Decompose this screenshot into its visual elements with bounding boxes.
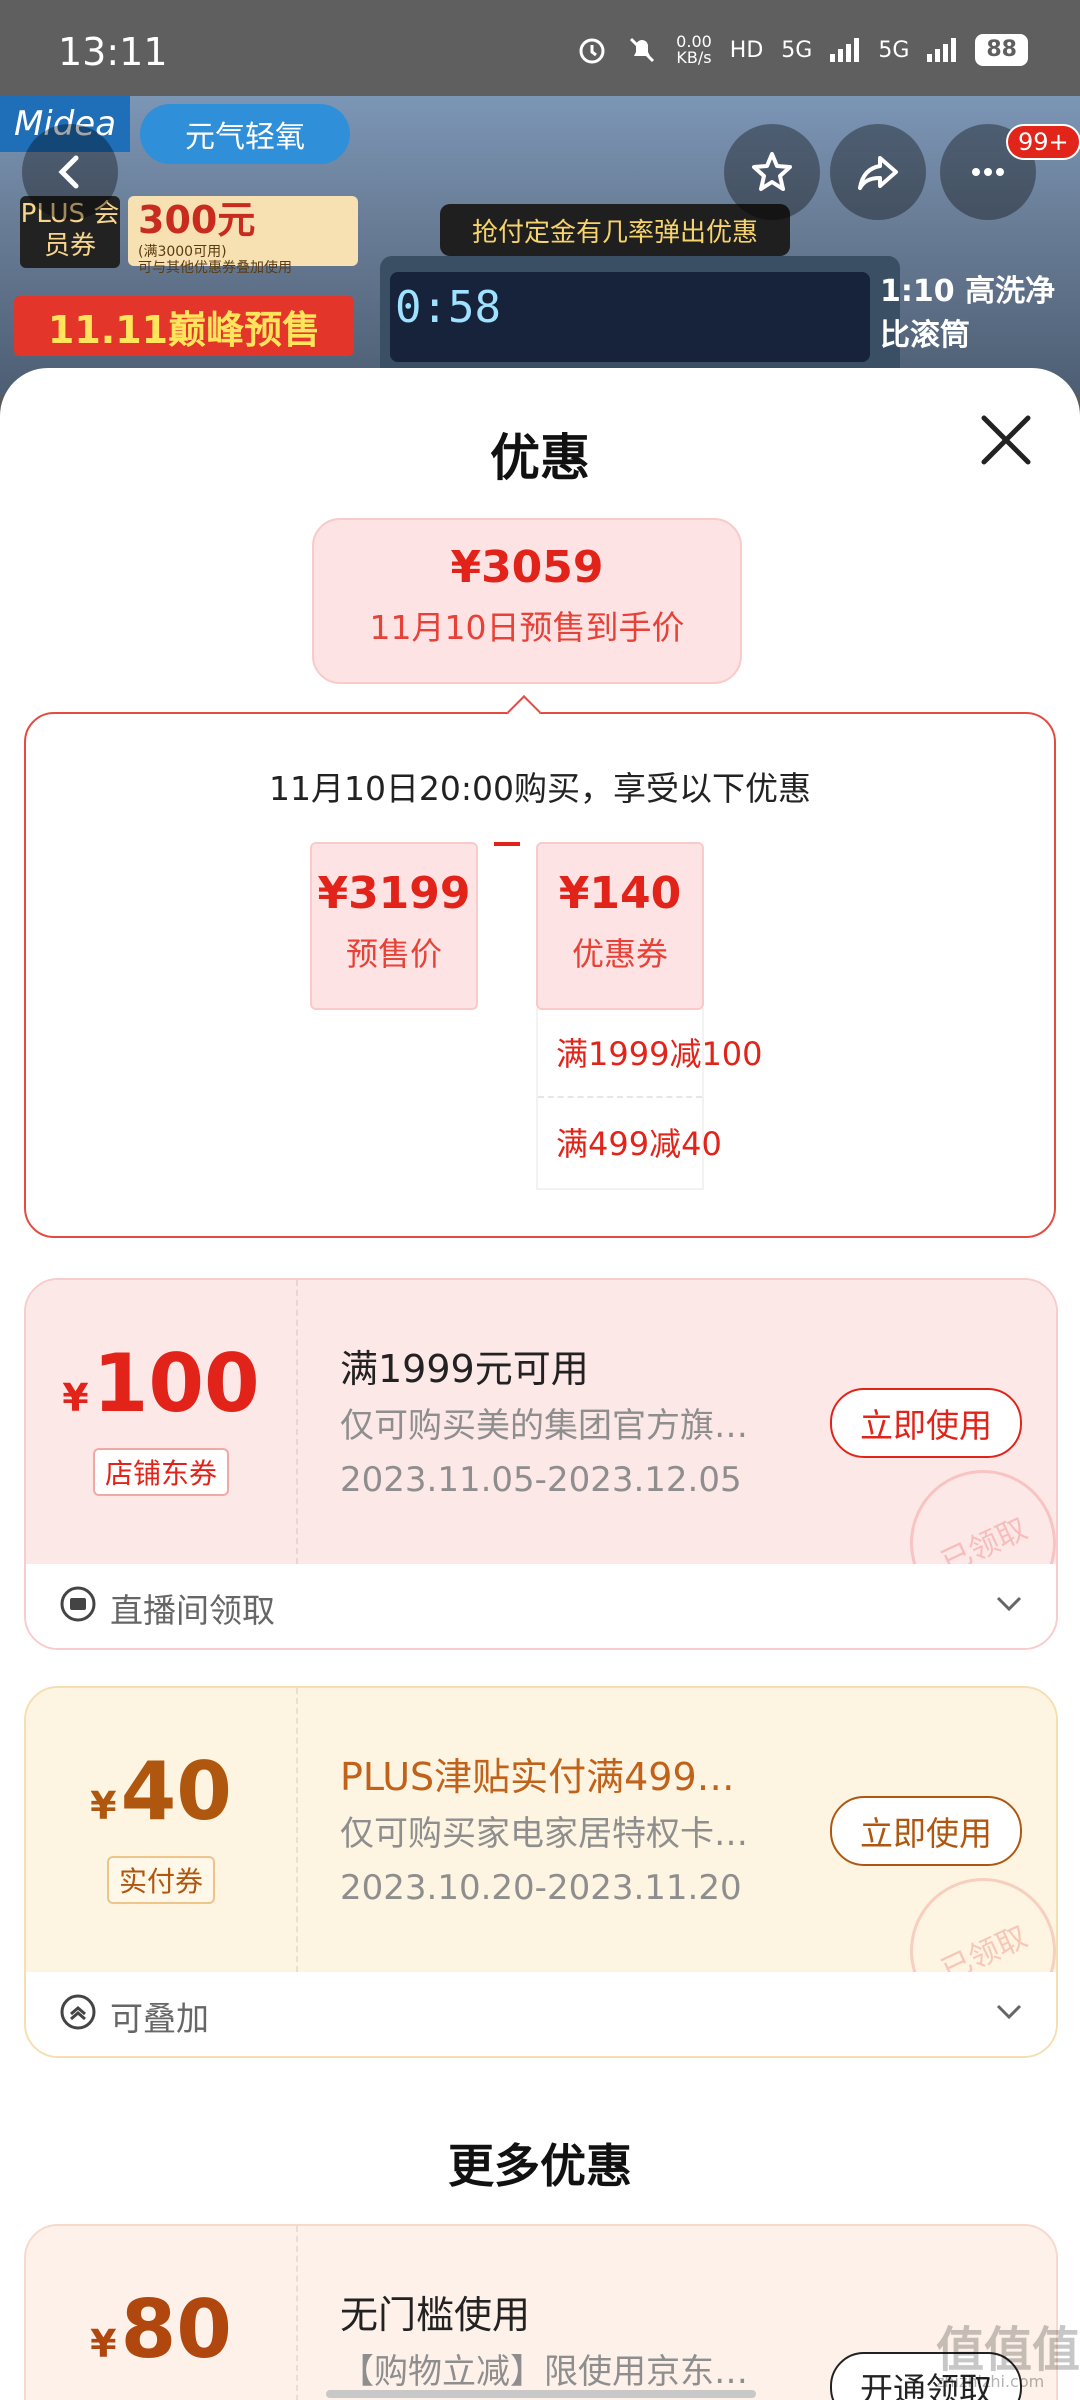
coupon-body: ¥40 实付券 PLUS津贴实付满499… 仅可购买家电家居特权卡… 2023.… [26,1688,1056,2049]
more-offers-title: 更多优惠 [448,2139,632,2193]
coupon-footer[interactable]: 可叠加 [26,1972,1056,2056]
coupon-title: 无门槛使用 [340,2293,531,2337]
coupon-type-badge: 店铺东券 [92,1448,229,1496]
calc-heading: 11月10日20:00购买，享受以下优惠 [268,769,812,808]
stackable-icon [60,1994,96,2030]
home-indicator[interactable] [326,2390,756,2398]
ratio-tag: 1:10 高洗净比滚筒 [880,274,1056,353]
coupon-total-label: 优惠券 [571,935,668,973]
price-calculation: 11月10日20:00购买，享受以下优惠 ¥3199 预售价 ¥140 优惠券 … [24,712,1056,1238]
coupon-body: ¥80 无门槛使用 【购物立减】限使用京东… 开通领取 [26,2226,1056,2400]
alarm-icon [579,38,605,64]
coupon-title: PLUS津贴实付满499… [340,1755,735,1799]
network-label-1: 5G [781,37,813,63]
coupon-value: ¥40 实付券 [26,1688,298,1972]
banner-coupon-amount: 300元 [138,198,256,242]
list-item: 满499减40 [538,1096,722,1186]
share-icon [858,156,898,190]
coupon-title: 满1999元可用 [340,1347,589,1391]
coupon-card: ¥40 实付券 PLUS津贴实付满499… 仅可购买家电家居特权卡… 2023.… [24,1686,1058,2058]
final-price: ¥3059 [450,542,604,593]
banner-coupon-condition: (满3000可用) [138,244,227,260]
net-speed: 0.00 KB/s [676,34,712,66]
presale-price-tile: ¥3199 预售价 [310,842,478,1010]
coupon-body: ¥100 店铺东券 满1999元可用 仅可购买美的集团官方旗… 2023.11.… [26,1280,1056,1641]
signal-icon [830,38,860,62]
message-count-badge: 99+ [1006,124,1080,160]
watermark-url: zhizhizhi.com [936,2372,1045,2391]
battery-icon: 88 [975,34,1028,66]
coupon-card: ¥80 无门槛使用 【购物立减】限使用京东… 开通领取 [24,2224,1058,2400]
final-price-label: 11月10日预售到手价 [369,608,685,647]
banner-coupon: 300元 (满3000可用) 可与其他优惠券叠加使用 [128,196,358,276]
mute-bell-icon [630,37,655,63]
signal-icon [927,38,957,62]
currency-symbol: ¥ [62,1376,89,1420]
coupon-validity: 2023.11.05-2023.12.05 [340,1460,742,1500]
presale-tag: 11.11巅峰预售 [14,296,354,356]
coupon-description: 仅可购买家电家居特权卡… [340,1814,748,1854]
use-now-button[interactable]: 立即使用 [830,1796,1022,1866]
live-stream-icon [60,1586,96,1622]
coupon-total-tile: ¥140 优惠券 [536,842,704,1010]
device-clock: 0:58 [395,282,501,333]
presale-label: 预售价 [345,935,442,973]
chevron-down-icon [996,2004,1022,2020]
back-button[interactable] [22,124,118,220]
share-button[interactable] [830,124,926,220]
favorite-button[interactable] [724,124,820,220]
close-icon[interactable] [976,410,1036,470]
presale-price: ¥3199 [317,868,471,919]
coupon-type-badge: 实付券 [106,1856,215,1904]
chevron-left-icon [58,155,79,189]
status-bar: 13:11 0.00 KB/s HD 5G 5G 88 [0,0,1080,96]
coupon-card: ¥100 店铺东券 满1999元可用 仅可购买美的集团官方旗… 2023.11.… [24,1278,1058,1650]
net-speed-unit: KB/s [676,48,712,67]
promo-strip: 抢付定金有几率弹出优惠 [440,204,790,256]
use-now-button[interactable]: 立即使用 [830,1388,1022,1458]
coupon-value: ¥80 [26,2226,298,2400]
network-label-2: 5G [878,37,910,63]
watermark: 值值值 [936,2322,1080,2378]
banner-coupon-note: 可与其他优惠券叠加使用 [138,260,292,276]
coupon-footer[interactable]: 直播间领取 [26,1564,1056,1648]
hd-label: HD [729,37,764,63]
coupon-stack-note: 可叠加 [110,1999,209,2038]
more-dots-icon [972,168,1004,176]
coupon-description: 【购物立减】限使用京东… [340,2352,748,2392]
coupon-amount: ¥80 [26,2288,296,2386]
product-banner: Midea 元气轻氧 PLUS 会员券 300元 (满3000可用) 可与其他优… [0,96,1080,396]
final-price-bubble: ¥3059 11月10日预售到手价 [312,518,742,684]
discount-sheet: 优惠 ¥3059 11月10日预售到手价 11月10日20:00购买，享受以下优… [0,368,1080,2400]
coupon-description: 仅可购买美的集团官方旗… [340,1406,748,1446]
brand-subtitle: 元气轻氧 [140,104,350,164]
currency-symbol: ¥ [90,2322,117,2366]
coupon-amount: ¥100 [26,1342,296,1440]
list-item: 满1999减100 [556,1035,763,1073]
chevron-down-icon [996,1596,1022,1612]
coupon-amount-value: 40 [120,1745,232,1838]
coupon-amount-value: 100 [92,1337,260,1430]
sheet-title: 优惠 [490,429,590,487]
coupon-total: ¥140 [558,868,682,919]
coupon-amount-value: 80 [120,2283,232,2376]
coupon-amount: ¥40 [26,1750,296,1848]
coupon-validity: 2023.10.20-2023.11.20 [340,1868,742,1908]
coupon-breakdown-list: 满1999减100 满499减40 [536,1008,763,1190]
currency-symbol: ¥ [90,1784,117,1828]
coupon-value: ¥100 店铺东券 [26,1280,298,1564]
status-time: 13:11 [58,30,168,74]
star-icon [752,152,792,191]
status-icons: 0.00 KB/s HD 5G 5G 88 [576,34,1028,66]
minus-sign [494,842,520,846]
coupon-source: 直播间领取 [110,1591,275,1630]
